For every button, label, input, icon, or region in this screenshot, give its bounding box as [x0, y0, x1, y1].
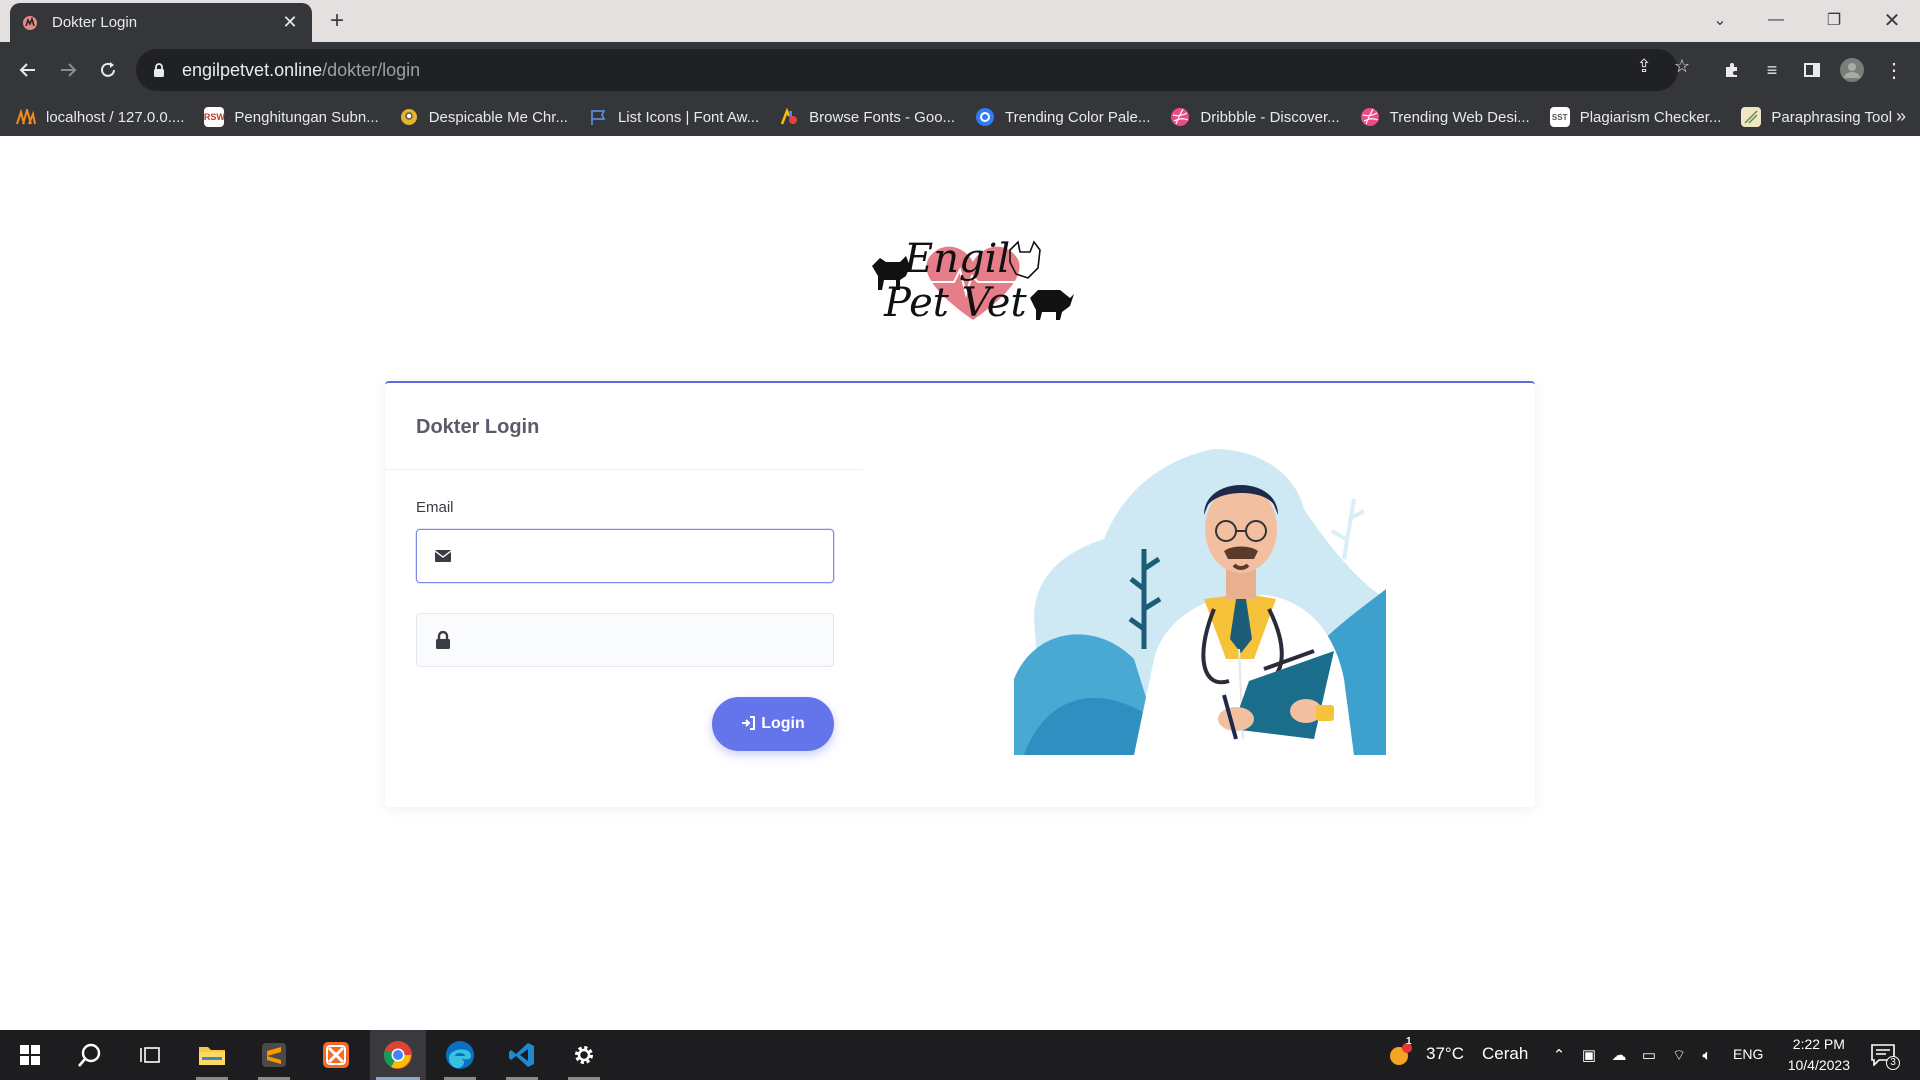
- email-field[interactable]: [416, 529, 834, 583]
- xampp-icon[interactable]: [308, 1030, 364, 1080]
- engil-pet-vet-logo: Engil Pet Vet: [872, 236, 1074, 326]
- lock-icon: [154, 63, 164, 77]
- sign-in-icon: [741, 715, 756, 733]
- bookmarks-bar: localhost / 127.0.0.... RSW Penghitungan…: [0, 98, 1920, 136]
- sublime-text-icon[interactable]: [246, 1030, 302, 1080]
- login-card: Dokter Login Email Login: [385, 381, 1535, 807]
- bookmark-item[interactable]: Trending Color Pale...: [975, 107, 1150, 127]
- wifi-icon[interactable]: ⌔: [1668, 1045, 1690, 1065]
- share-icon[interactable]: ⇪: [1630, 52, 1658, 80]
- bookmark-item[interactable]: List Icons | Font Aw...: [588, 107, 759, 127]
- password-field[interactable]: [416, 613, 834, 667]
- google-fonts-icon: [779, 107, 799, 127]
- coolors-icon: [975, 107, 995, 127]
- page-content: Engil Pet Vet Dokter Login Email Login: [0, 136, 1920, 1030]
- extensions-puzzle-icon[interactable]: [1718, 56, 1746, 84]
- login-button[interactable]: Login: [712, 697, 834, 751]
- browser-tab[interactable]: Dokter Login ✕: [10, 3, 312, 42]
- envelope-icon: [435, 550, 451, 562]
- weather-text[interactable]: Cerah: [1482, 1044, 1528, 1064]
- bookmark-item[interactable]: RSW Penghitungan Subn...: [204, 107, 379, 127]
- dribbble-icon: [1360, 107, 1380, 127]
- url-host: engilpetvet.online: [182, 59, 323, 80]
- quillbot-icon: [1741, 107, 1762, 127]
- password-input[interactable]: [469, 614, 833, 666]
- chevron-up-icon[interactable]: ⌃: [1548, 1045, 1570, 1065]
- new-tab-button[interactable]: +: [320, 6, 354, 36]
- bookmark-item[interactable]: SST Plagiarism Checker...: [1549, 107, 1721, 127]
- search-icon[interactable]: [62, 1030, 118, 1080]
- close-window-icon[interactable]: ✕: [1864, 0, 1920, 40]
- email-input[interactable]: [469, 530, 833, 582]
- restore-window-icon[interactable]: ❐: [1806, 0, 1862, 40]
- system-clock[interactable]: 2:22 PM 10/4/2023: [1788, 1034, 1850, 1076]
- volume-icon[interactable]: 🔈︎: [1696, 1045, 1718, 1065]
- address-bar[interactable]: engilpetvet.online/dokter/login: [136, 49, 1678, 91]
- forward-arrow-icon[interactable]: [50, 52, 86, 88]
- windows-start-icon[interactable]: [2, 1030, 58, 1080]
- tab-search-chevron-icon[interactable]: ⌄: [1692, 0, 1748, 40]
- email-label: Email: [416, 499, 454, 516]
- logo-line1: Engil: [903, 236, 1010, 282]
- browser-tab-bar: Dokter Login ✕ + ⌄ — ❐ ✕: [0, 0, 1920, 42]
- side-panel-icon[interactable]: [1798, 56, 1826, 84]
- minimize-window-icon[interactable]: —: [1748, 0, 1804, 40]
- file-explorer-icon[interactable]: [184, 1030, 240, 1080]
- logo-line2: Pet Vet: [883, 280, 1027, 326]
- windows-taskbar: 1 37°C Cerah ⌃ ▣ ☁ ▭ ⌔ 🔈︎ ENG 2:22 PM 10…: [0, 1030, 1920, 1080]
- clock-time: 2:22 PM: [1792, 1036, 1845, 1052]
- browser-toolbar: engilpetvet.online/dokter/login ⇪ ☆ ≡ ⋮: [0, 42, 1920, 98]
- settings-gear-icon[interactable]: [556, 1030, 612, 1080]
- bookmarks-overflow-icon[interactable]: »: [1896, 106, 1906, 127]
- site-favicon-icon: [23, 15, 37, 30]
- weather-badge: 1: [1406, 1036, 1412, 1047]
- card-title: Dokter Login: [416, 416, 540, 438]
- bookmark-item[interactable]: Paraphrasing Tool: [1741, 107, 1892, 127]
- login-label: Login: [761, 715, 805, 732]
- chrome-icon[interactable]: [370, 1030, 426, 1080]
- weather-temp[interactable]: 37°C: [1426, 1044, 1464, 1064]
- media-queue-icon[interactable]: ≡: [1758, 56, 1786, 84]
- rsw-icon: RSW: [204, 107, 225, 127]
- tab-close-icon[interactable]: ✕: [280, 12, 300, 33]
- bookmark-star-icon[interactable]: ☆: [1668, 52, 1696, 80]
- url-path: /dokter/login: [322, 59, 421, 80]
- input-language[interactable]: ENG: [1733, 1046, 1763, 1062]
- sst-icon: SST: [1549, 107, 1570, 127]
- lock-icon: [436, 631, 450, 649]
- minion-icon: [399, 107, 419, 127]
- bookmark-item[interactable]: Trending Web Desi...: [1360, 107, 1530, 127]
- bookmark-item[interactable]: Browse Fonts - Goo...: [779, 107, 955, 127]
- edge-icon[interactable]: [432, 1030, 488, 1080]
- tab-title: Dokter Login: [52, 14, 138, 31]
- card-divider: [385, 469, 863, 470]
- back-arrow-icon[interactable]: [10, 52, 46, 88]
- notification-count: 3: [1886, 1056, 1900, 1070]
- doctor-illustration: [1014, 449, 1386, 755]
- bookmark-item[interactable]: Despicable Me Chr...: [399, 107, 568, 127]
- meet-now-icon[interactable]: ▣: [1578, 1045, 1600, 1065]
- dribbble-icon: [1170, 107, 1190, 127]
- vscode-icon[interactable]: [494, 1030, 550, 1080]
- browser-menu-icon[interactable]: ⋮: [1880, 56, 1908, 84]
- task-view-icon[interactable]: [122, 1030, 178, 1080]
- clock-date: 10/4/2023: [1787, 1057, 1850, 1073]
- battery-icon[interactable]: ▭: [1638, 1045, 1660, 1065]
- bookmark-item[interactable]: Dribbble - Discover...: [1170, 107, 1340, 127]
- profile-avatar[interactable]: [1838, 56, 1866, 84]
- phpmyadmin-icon: [16, 107, 36, 127]
- cloud-sync-icon[interactable]: ☁: [1608, 1045, 1630, 1065]
- reload-icon[interactable]: [90, 52, 126, 88]
- flag-icon: [588, 107, 608, 127]
- bookmark-item[interactable]: localhost / 127.0.0....: [16, 107, 184, 127]
